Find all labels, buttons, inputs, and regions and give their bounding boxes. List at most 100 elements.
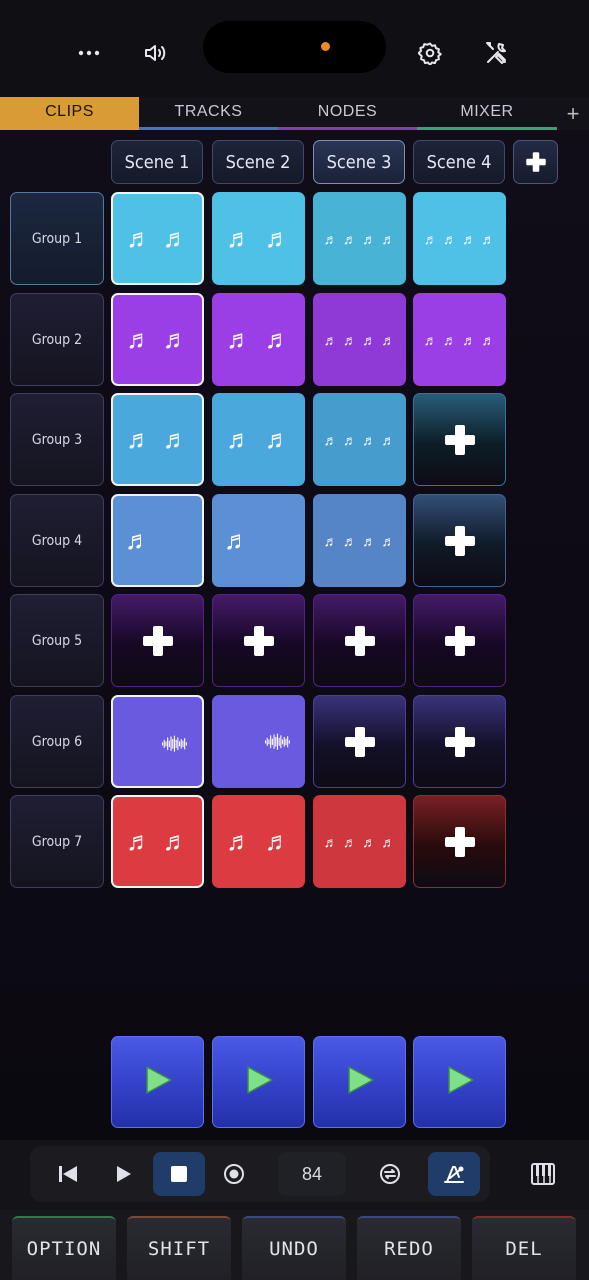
empty-clip-slot[interactable] <box>313 594 406 687</box>
empty-clip-slot[interactable] <box>413 795 506 888</box>
add-scene-button[interactable] <box>513 140 558 184</box>
midi-notes-icon: ♬ ♬ ♬ ♬ <box>323 230 396 247</box>
scene-header-4[interactable]: Scene 4 <box>413 140 505 184</box>
plus-icon <box>444 826 475 857</box>
launch-scene-2-button[interactable] <box>212 1036 305 1128</box>
midi-notes-icon: ♬ <box>224 525 250 555</box>
tab-tracks[interactable]: TRACKS <box>139 97 278 130</box>
clip-cell[interactable] <box>111 695 204 788</box>
plus-icon <box>444 726 475 757</box>
clip-cell[interactable]: ♬ ♬ ♬ ♬ <box>313 795 406 888</box>
option-button[interactable]: OPTION <box>12 1216 116 1280</box>
clip-cell[interactable]: ♬ ♬ <box>212 393 305 486</box>
midi-notes-icon: ♬ ♬ <box>226 223 291 253</box>
clip-cell[interactable]: ♬ ♬ ♬ ♬ <box>313 192 406 285</box>
undo-button[interactable]: UNDO <box>242 1216 346 1280</box>
clip-cell[interactable]: ♬ ♬ ♬ ♬ <box>413 192 506 285</box>
plus-icon <box>444 625 475 656</box>
clip-cell[interactable] <box>212 695 305 788</box>
plus-icon <box>444 424 475 455</box>
group-header-7[interactable]: Group 7 <box>10 795 104 888</box>
redo-button[interactable]: REDO <box>357 1216 461 1280</box>
tempo-display[interactable]: 84 <box>278 1152 346 1196</box>
plus-icon <box>525 152 546 172</box>
group-header-5[interactable]: Group 5 <box>10 594 104 687</box>
group-header-6[interactable]: Group 6 <box>10 695 104 788</box>
tab-label: CLIPS <box>45 103 94 120</box>
clip-cell[interactable]: ♬ ♬ ♬ ♬ <box>313 393 406 486</box>
plus-icon <box>444 525 475 556</box>
record-icon[interactable] <box>212 1152 256 1196</box>
midi-notes-icon: ♬ ♬ ♬ ♬ <box>323 331 396 348</box>
plus-icon <box>344 726 375 757</box>
plus-icon <box>142 625 173 656</box>
settings-gear-icon[interactable] <box>413 36 447 70</box>
clip-cell[interactable]: ♬ ♬ <box>111 192 204 285</box>
midi-notes-icon: ♬ ♬ ♬ ♬ <box>423 230 496 247</box>
play-icon[interactable] <box>102 1152 146 1196</box>
clip-cell[interactable]: ♬ ♬ <box>212 192 305 285</box>
more-icon[interactable] <box>72 36 106 70</box>
tools-icon[interactable] <box>480 36 514 70</box>
waveform-icon <box>162 735 188 753</box>
speaker-icon[interactable] <box>139 36 173 70</box>
skip-back-icon[interactable] <box>46 1152 90 1196</box>
piano-keyboard-icon[interactable] <box>520 1152 566 1196</box>
midi-notes-icon: ♬ ♬ <box>226 424 291 454</box>
waveform-icon <box>265 733 291 751</box>
scene-header-3[interactable]: Scene 3 <box>313 140 405 184</box>
midi-notes-icon: ♬ ♬ <box>126 424 189 454</box>
clip-cell[interactable]: ♬ <box>111 494 204 587</box>
metronome-icon[interactable] <box>428 1152 480 1196</box>
shift-button[interactable]: SHIFT <box>127 1216 231 1280</box>
stop-icon[interactable] <box>153 1152 205 1196</box>
group-header-4[interactable]: Group 4 <box>10 494 104 587</box>
transport-controls <box>30 1146 490 1202</box>
empty-clip-slot[interactable] <box>111 594 204 687</box>
midi-notes-icon: ♬ ♬ <box>226 826 291 856</box>
clip-cell[interactable]: ♬ ♬ ♬ ♬ <box>313 494 406 587</box>
empty-clip-slot[interactable] <box>413 594 506 687</box>
recording-indicator-icon <box>321 42 330 51</box>
play-icon <box>343 1063 377 1102</box>
clip-cell[interactable]: ♬ ♬ ♬ ♬ <box>413 293 506 386</box>
play-icon <box>443 1063 477 1102</box>
delete-label: DEL <box>505 1238 543 1260</box>
group-header-2[interactable]: Group 2 <box>10 293 104 386</box>
group-header-1[interactable]: Group 1 <box>10 192 104 285</box>
tab-nodes[interactable]: NODES <box>278 97 417 130</box>
add-tab-button[interactable]: + <box>557 97 589 130</box>
top-toolbar <box>0 0 589 97</box>
plus-icon <box>243 625 274 656</box>
clip-cell[interactable]: ♬ ♬ <box>212 795 305 888</box>
midi-notes-icon: ♬ ♬ <box>126 223 189 253</box>
empty-clip-slot[interactable] <box>313 695 406 788</box>
dynamic-island <box>203 21 386 73</box>
tab-mixer[interactable]: MIXER <box>417 97 557 130</box>
empty-clip-slot[interactable] <box>413 393 506 486</box>
empty-clip-slot[interactable] <box>413 494 506 587</box>
clip-cell[interactable]: ♬ ♬ <box>212 293 305 386</box>
scene-header-1[interactable]: Scene 1 <box>111 140 203 184</box>
midi-notes-icon: ♬ ♬ <box>126 324 189 354</box>
loop-icon[interactable] <box>368 1152 412 1196</box>
empty-clip-slot[interactable] <box>212 594 305 687</box>
plus-icon <box>344 625 375 656</box>
group-header-3[interactable]: Group 3 <box>10 393 104 486</box>
midi-notes-icon: ♬ ♬ <box>126 826 189 856</box>
clip-cell[interactable]: ♬ <box>212 494 305 587</box>
launch-scene-3-button[interactable] <box>313 1036 406 1128</box>
midi-notes-icon: ♬ ♬ ♬ ♬ <box>323 431 396 448</box>
scene-header-2[interactable]: Scene 2 <box>212 140 304 184</box>
empty-clip-slot[interactable] <box>413 695 506 788</box>
launch-scene-4-button[interactable] <box>413 1036 506 1128</box>
clip-cell[interactable]: ♬ ♬ <box>111 795 204 888</box>
option-label: OPTION <box>26 1238 102 1260</box>
clip-cell[interactable]: ♬ ♬ <box>111 393 204 486</box>
delete-button[interactable]: DEL <box>472 1216 576 1280</box>
clip-cell[interactable]: ♬ ♬ ♬ ♬ <box>313 293 406 386</box>
launch-scene-1-button[interactable] <box>111 1036 204 1128</box>
clip-cell[interactable]: ♬ ♬ <box>111 293 204 386</box>
tab-clips[interactable]: CLIPS <box>0 97 139 130</box>
tab-label: NODES <box>317 103 378 120</box>
